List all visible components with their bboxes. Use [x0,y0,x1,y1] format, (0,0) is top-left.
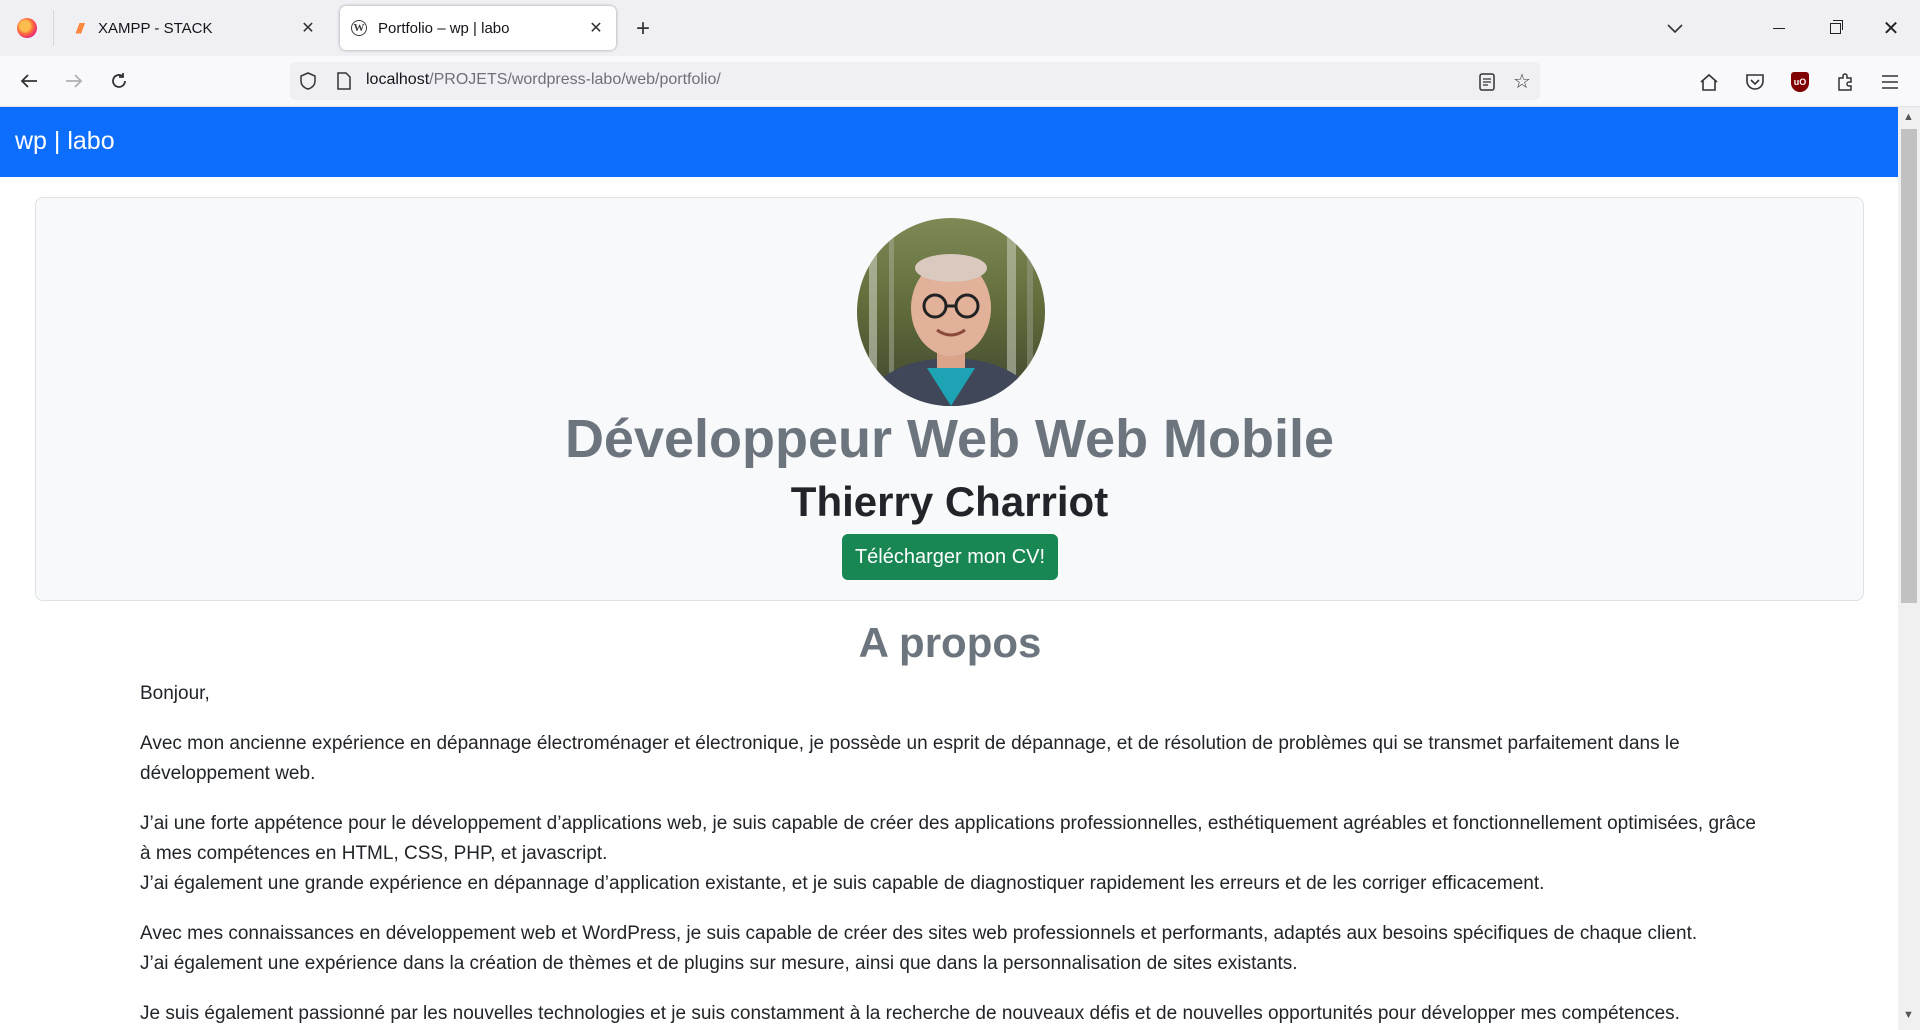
pocket-icon[interactable] [1741,68,1769,96]
home-icon[interactable] [1695,68,1723,96]
firefox-view-button[interactable] [0,0,53,56]
close-tab-icon[interactable]: ✕ [586,18,606,38]
about-paragraph: Je suis également passionné par les nouv… [140,999,1760,1029]
close-window-button[interactable]: ✕ [1868,0,1914,56]
restore-window-button[interactable] [1812,0,1858,56]
tab-title: Portfolio – wp | labo [378,19,510,37]
page-scrollbar[interactable]: ▲ ▼ [1898,107,1920,1030]
new-tab-button[interactable]: + [628,14,658,44]
reload-button[interactable] [102,64,136,98]
minimize-icon [1773,27,1785,29]
address-bar[interactable]: localhost/PROJETS/wordpress-labo/web/por… [290,62,1540,100]
extensions-puzzle-icon[interactable] [1831,68,1859,96]
restore-icon [1829,19,1843,34]
list-all-tabs-button[interactable] [1660,14,1690,44]
hero-section: Développeur Web Web Mobile Thierry Charr… [35,197,1864,601]
hero-title: Développeur Web Web Mobile [564,409,1335,469]
download-cv-button[interactable]: Télécharger mon CV! [842,534,1058,580]
hero-name: Thierry Charriot [790,478,1109,525]
about-paragraph-line: Bonjour, [140,683,210,704]
arrow-right-icon [66,74,83,88]
minimize-window-button[interactable] [1756,0,1802,56]
about-paragraph: J’ai une forte appétence pour le dévelop… [140,809,1760,899]
close-icon: ✕ [1882,17,1900,40]
tab-xampp[interactable]: /// XAMPP - STACK ✕ [60,6,328,50]
page-info-icon[interactable] [334,71,354,91]
wordpress-icon: W [350,19,368,37]
forward-button[interactable] [57,64,91,98]
tab-portfolio[interactable]: W Portfolio – wp | labo ✕ [340,6,616,50]
about-paragraph-line: J’ai une forte appétence pour le dévelop… [140,813,1757,864]
url-path: /PROJETS/wordpress-labo/web/portfolio/ [429,71,721,88]
about-text: Bonjour, Avec mon ancienne expérience en … [140,679,1760,1029]
scroll-down-arrow-icon[interactable]: ▼ [1903,1009,1914,1021]
about-paragraph-line: J’ai également une expérience dans la cr… [140,953,1298,974]
site-header: wp | labo [0,107,1898,177]
reader-view-icon[interactable] [1476,71,1498,93]
close-tab-icon[interactable]: ✕ [298,18,318,38]
reload-icon [112,73,126,88]
tracking-protection-shield-icon[interactable] [298,71,318,91]
url-text[interactable]: localhost/PROJETS/wordpress-labo/web/por… [366,71,721,89]
site-brand-link[interactable]: wp | labo [15,127,115,156]
about-paragraph-line: Avec mon ancienne expérience en dépannag… [140,733,1680,784]
tab-separator [53,10,54,46]
about-paragraph: Avec mes connaissances en développement … [140,919,1760,979]
chevron-down-icon [1667,24,1683,34]
xampp-icon: /// [76,20,84,36]
about-paragraph-line: Je suis également passionné par les nouv… [140,1003,1680,1024]
about-section: A propos Bonjour, Avec mon ancienne expér… [140,617,1760,1030]
browser-tab-strip: /// XAMPP - STACK ✕ W Portfolio – wp | l… [0,0,1920,56]
hamburger-menu-icon[interactable] [1876,68,1904,96]
scrollbar-thumb[interactable] [1901,129,1917,603]
tab-title: XAMPP - STACK [98,19,213,37]
browser-toolbar: localhost/PROJETS/wordpress-labo/web/por… [0,56,1920,107]
back-button[interactable] [12,64,46,98]
url-host: localhost [366,71,430,88]
about-paragraph: Bonjour, [140,679,1760,709]
firefox-logo-icon [16,18,37,38]
about-paragraph: Avec mon ancienne expérience en dépannag… [140,729,1760,789]
arrow-left-icon [20,74,37,88]
bookmark-star-icon[interactable]: ☆ [1510,69,1534,93]
profile-photo-avatar [857,218,1045,406]
about-paragraph-line: J’ai également une grande expérience en … [140,873,1545,894]
about-paragraph-line: Avec mes connaissances en développement … [140,923,1698,944]
ublock-origin-icon[interactable]: uO [1786,68,1814,96]
page-viewport: wp | labo Développeur Web Web Mobile Thi… [0,107,1898,1030]
about-heading: A propos [858,619,1042,666]
scroll-up-arrow-icon[interactable]: ▲ [1903,111,1914,123]
